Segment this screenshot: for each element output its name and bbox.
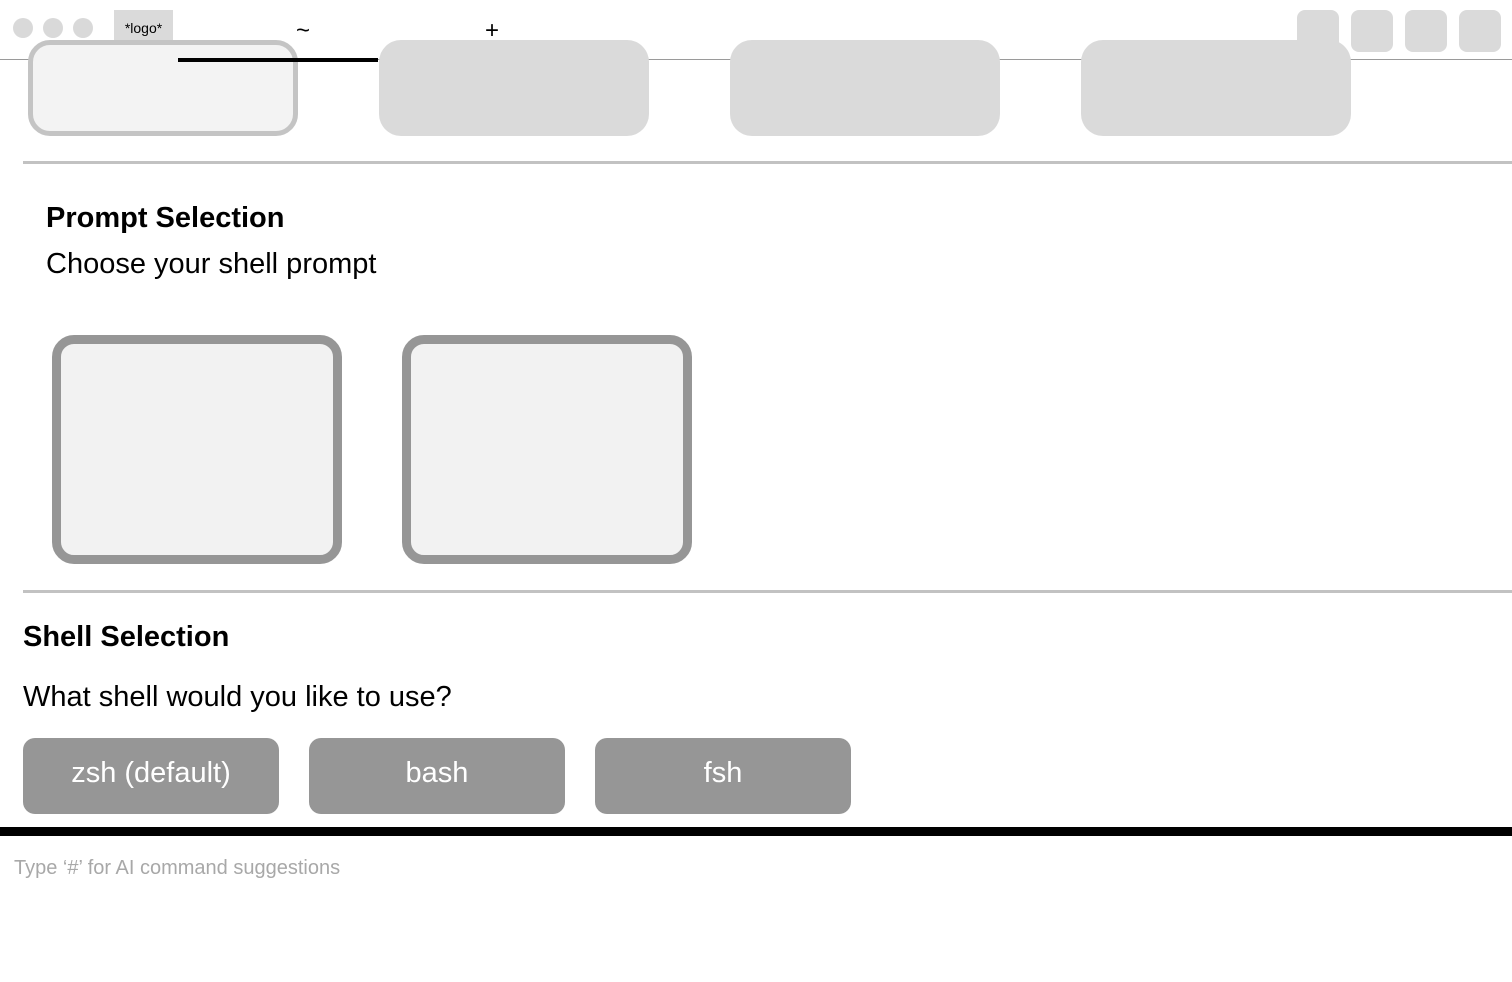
close-window-button[interactable] bbox=[13, 18, 33, 38]
theme-option-3[interactable] bbox=[730, 40, 1000, 136]
theme-option-1[interactable] bbox=[28, 40, 298, 136]
section-divider bbox=[23, 161, 1512, 164]
prompt-section-subtitle: Choose your shell prompt bbox=[46, 248, 377, 280]
tab-home-label: ~ bbox=[296, 17, 311, 44]
shell-option-fsh-button[interactable]: fsh bbox=[595, 738, 851, 814]
prompt-option-2[interactable] bbox=[402, 335, 692, 564]
active-tab-indicator bbox=[178, 58, 378, 62]
input-divider bbox=[0, 827, 1512, 836]
minimize-window-button[interactable] bbox=[43, 18, 63, 38]
toolbar-button-3[interactable] bbox=[1405, 10, 1447, 52]
section-divider bbox=[23, 590, 1512, 593]
prompt-option-1[interactable] bbox=[52, 335, 342, 564]
toolbar-button-4[interactable] bbox=[1459, 10, 1501, 52]
toolbar-button-2[interactable] bbox=[1351, 10, 1393, 52]
shell-option-bash-button[interactable]: bash bbox=[309, 738, 565, 814]
theme-option-2[interactable] bbox=[379, 40, 649, 136]
shell-option-zsh-button[interactable]: zsh (default) bbox=[23, 738, 279, 814]
shell-section-title: Shell Selection bbox=[23, 621, 230, 653]
command-input[interactable] bbox=[14, 852, 1494, 884]
maximize-window-button[interactable] bbox=[73, 18, 93, 38]
prompt-section-title: Prompt Selection bbox=[46, 202, 285, 234]
theme-option-4[interactable] bbox=[1081, 40, 1351, 136]
shell-question: What shell would you like to use? bbox=[23, 681, 452, 713]
